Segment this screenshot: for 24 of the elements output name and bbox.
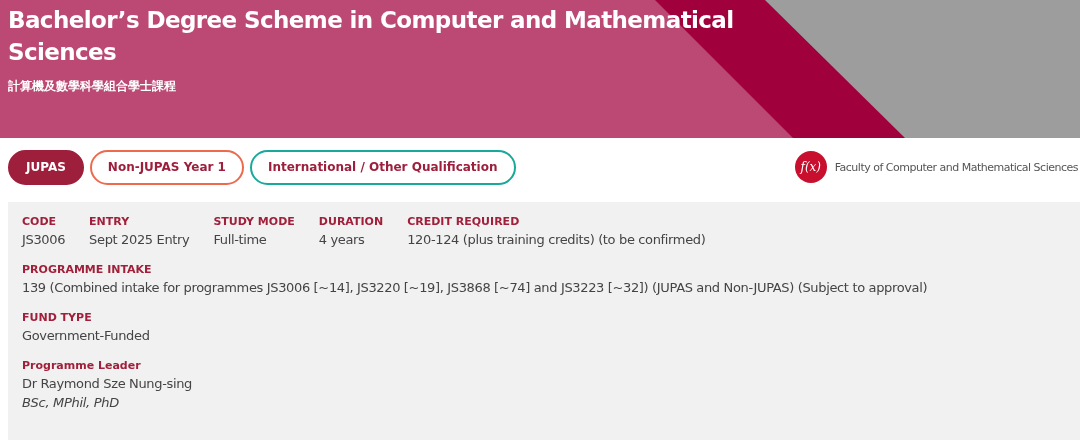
field-value: 139 (Combined intake for programmes JS3006 [~14], JS3220 [~19], JS3868 [~74] and JS3223 [~32]) (JUPAS and Non-JUPAS) (Subject to approval) [22,279,928,297]
programme-tab[interactable]: International / Other Qualification [249,149,516,185]
field-label: Programme Leader [22,358,142,374]
programme-title: Bachelor’s Degree Scheme in Computer and Mathematical Sciences [7,6,735,67]
field-value: Dr Raymond Sze Nung-sing [22,375,192,393]
field-label: DURATION [318,214,384,230]
qualifications-text: BSc, MPhil, PhD [22,394,120,412]
field-label: ENTRY [89,214,131,230]
field-value: Full-time [213,231,268,249]
field-label: CREDIT REQUIRED [407,214,521,230]
programme-tab[interactable]: Non-JUPAS Year 1 [89,149,244,185]
field-value: Sept 2025 Entry [89,231,190,249]
field-value: 120-124 (plus training credits) (to be confirmed) [407,231,706,249]
field-label: PROGRAMME INTAKE [22,262,153,278]
field-label: CODE [22,214,58,230]
faculty-logo: f(x) [794,151,827,183]
field-label: FUND TYPE [22,310,93,326]
faculty-name: Faculty of Computer and Mathematical Sciences [834,160,1079,174]
field-label: STUDY MODE [213,214,295,230]
field-value: 4 years [318,231,366,249]
field-value: JS3006 [22,231,66,249]
programme-tab[interactable]: JUPAS [8,149,84,185]
programme-chinese-title: 計算機及數學科學組合學士課程 [7,78,177,95]
field-value: Government-Funded [22,327,150,345]
